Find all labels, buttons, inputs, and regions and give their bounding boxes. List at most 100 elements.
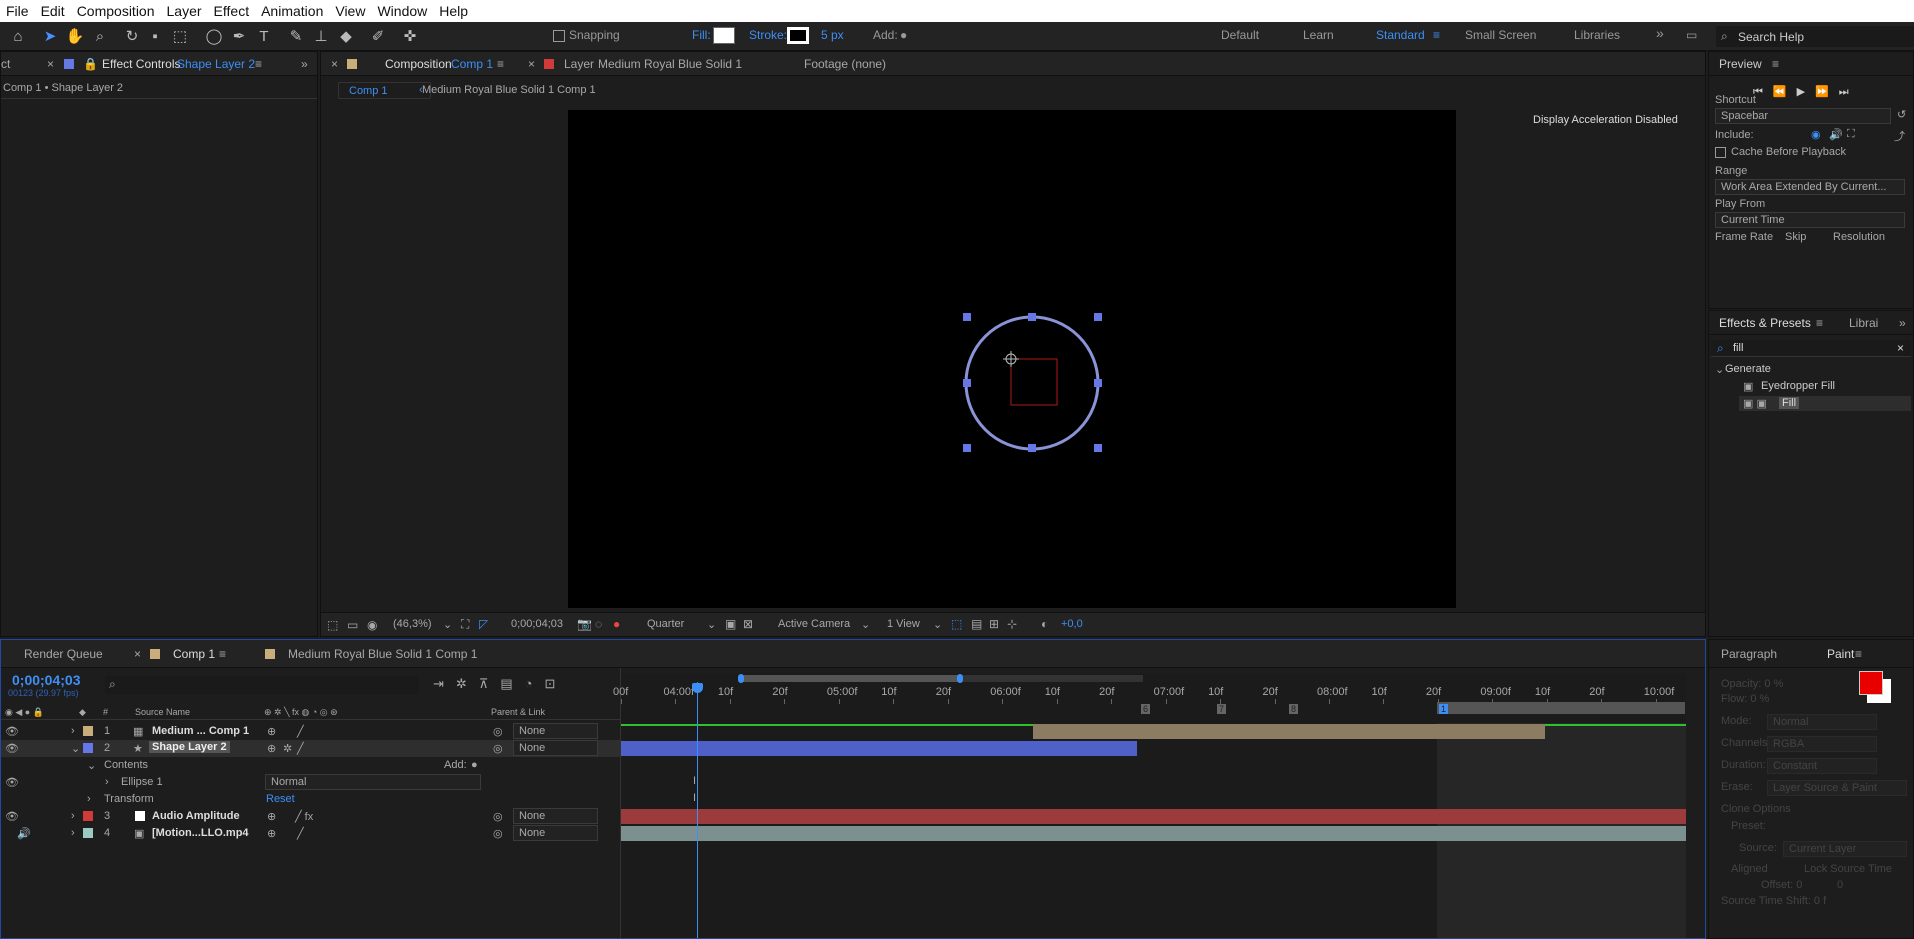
paint-tab[interactable]: Paint [1827, 647, 1854, 661]
snapping-checkbox[interactable] [553, 30, 565, 42]
next-frame-icon[interactable]: ⏩ [1815, 86, 1839, 98]
include-video-icon[interactable]: ◉ [1811, 128, 1821, 141]
roto-brush-tool-icon[interactable]: ✐ [368, 27, 388, 47]
chevron-down-icon[interactable]: ⌄ [87, 759, 96, 772]
transform-reset-link[interactable]: Reset [266, 793, 295, 805]
layer-name[interactable]: [Motion...LLO.mp4 [152, 827, 249, 839]
ellipse-tool-icon[interactable]: ◯ [204, 27, 224, 47]
layer-label-color[interactable] [83, 743, 93, 753]
clone-stamp-tool-icon[interactable]: ⊥ [311, 27, 331, 47]
work-area-bar[interactable] [741, 675, 961, 682]
panel-menu-icon[interactable]: ≡ [1855, 647, 1862, 661]
layer-3-bar[interactable] [621, 809, 1686, 824]
footage-tab[interactable]: Footage (none) [804, 57, 886, 71]
parent-link-header[interactable]: Parent & Link [491, 707, 545, 717]
selection-handles[interactable] [963, 313, 1102, 452]
workspace-standard[interactable]: Standard [1376, 28, 1425, 42]
workspace-icon[interactable]: ▭ [1686, 28, 1697, 42]
marker-6[interactable]: 6 [1141, 704, 1151, 714]
workspace-small-screen[interactable]: Small Screen [1465, 28, 1536, 42]
panel-menu-icon[interactable]: ≡ [219, 647, 226, 661]
eraser-tool-icon[interactable]: ◆ [336, 27, 356, 47]
fill-label[interactable]: Fill: [692, 28, 711, 42]
reset-exposure-icon[interactable]: ◐ [1041, 617, 1048, 631]
play-icon[interactable]: ▶ [1797, 86, 1815, 98]
show-snapshot-icon[interactable]: ◌ [595, 617, 602, 631]
chevron-right-icon[interactable]: › [71, 725, 75, 737]
layer-row-4[interactable]: 🔊 › 4 ▣ [Motion...LLO.mp4 ⊕ ╱ ◎ None [1, 825, 621, 842]
eye-icon[interactable]: 👁 [5, 742, 19, 755]
monitor-icon[interactable]: ▭ [347, 618, 358, 632]
transparency-grid-icon[interactable]: ◸ [479, 617, 488, 631]
effect-item-eyedropper-fill[interactable]: Eyedropper Fill [1761, 380, 1835, 392]
draft-3d-icon[interactable]: ▤ [971, 617, 982, 631]
source-name-header[interactable]: Source Name [135, 707, 190, 717]
panel-menu-icon[interactable]: ≡ [1816, 316, 1823, 330]
current-time-indicator[interactable] [697, 682, 698, 938]
chevron-down-icon[interactable]: ⌄ [1715, 363, 1724, 376]
lock-icon[interactable]: 🔒 [83, 57, 98, 71]
paragraph-tab[interactable]: Paragraph [1721, 647, 1777, 661]
marker-7[interactable]: 7 [1217, 704, 1227, 714]
project-tab-clipped[interactable]: ct [1, 57, 10, 71]
workspace-learn[interactable]: Learn [1303, 28, 1334, 42]
workspace-menu-icon[interactable]: ≡ [1433, 28, 1440, 42]
clear-search-icon[interactable]: × [1897, 341, 1904, 355]
draft-3d-icon[interactable]: ✲ [456, 676, 479, 691]
add-menu-icon[interactable]: ● [900, 28, 907, 42]
close-icon[interactable]: × [331, 57, 338, 71]
chevron-right-icon[interactable]: » [301, 57, 308, 71]
puppet-tool-icon[interactable]: ✜ [400, 27, 420, 47]
include-overlays-icon[interactable]: ⛶ [1847, 128, 1855, 141]
menu-composition[interactable]: Composition [71, 3, 161, 19]
reset-icon[interactable]: ↺ [1897, 108, 1906, 121]
exposure-value[interactable]: +0,0 [1061, 618, 1083, 630]
comp-mini-flowchart-icon[interactable]: ⇥ [433, 676, 456, 691]
snapshot-icon[interactable]: 📷 [577, 617, 592, 631]
layer-row-1[interactable]: 👁 › 1 ▦ Medium ... Comp 1 ⊕ ╱ ◎ None [1, 723, 621, 740]
add-shape-menu-icon[interactable]: ● [471, 759, 478, 771]
quality-switch-icon[interactable]: ╱ [297, 725, 304, 738]
mask-visibility-icon[interactable]: ◉ [367, 618, 377, 632]
menu-animation[interactable]: Animation [255, 3, 329, 19]
hand-tool-icon[interactable]: ✋ [65, 27, 85, 47]
menu-help[interactable]: Help [433, 3, 474, 19]
stroke-label[interactable]: Stroke: [749, 28, 787, 42]
contents-row[interactable]: ⌄ Contents Add: ● [1, 757, 621, 774]
resolution-dropdown[interactable]: Quarter [647, 618, 684, 630]
eye-icon[interactable]: 👁 [5, 810, 19, 823]
first-frame-icon[interactable]: ⏮ [1753, 86, 1773, 98]
close-icon[interactable]: × [528, 57, 535, 71]
chevron-right-icon[interactable]: › [71, 810, 75, 822]
zoom-dropdown[interactable]: (46,3%) [393, 618, 432, 630]
fill-swatch[interactable] [713, 27, 735, 44]
rotate-tool-icon[interactable]: ↻ [122, 27, 142, 47]
layer-1-bar[interactable] [1033, 724, 1545, 739]
layer-label-color[interactable] [83, 811, 93, 821]
pick-whip-icon[interactable]: ◎ [493, 827, 503, 840]
effect-item-fill[interactable]: Fill [1779, 397, 1800, 409]
shy-layers-icon[interactable]: ⊼ [479, 676, 501, 691]
chevron-down-icon[interactable]: ⌄ [861, 618, 870, 631]
export-icon[interactable]: ⤴ [1894, 128, 1905, 144]
layer-name[interactable]: Shape Layer 2 [149, 741, 230, 753]
timeline-comp-tab[interactable]: Comp 1 [173, 647, 215, 661]
workspace-default[interactable]: Default [1221, 28, 1259, 42]
effects-search-input[interactable]: fill [1733, 342, 1743, 354]
anchor-point-icon[interactable] [1003, 351, 1019, 367]
quality-switch-icon[interactable]: ╱ [297, 827, 304, 840]
home-icon[interactable]: ⌂ [8, 27, 28, 47]
camera-dropdown[interactable]: Active Camera [778, 618, 850, 630]
menu-layer[interactable]: Layer [161, 3, 208, 19]
parent-dropdown[interactable]: None [513, 808, 598, 824]
comp-flowchart-icon[interactable]: ⊹ [1007, 617, 1017, 631]
pan-behind-tool-icon[interactable]: ⬚ [170, 27, 190, 47]
menu-edit[interactable]: Edit [35, 3, 71, 19]
toggle-pixel-aspect-icon[interactable]: ⬚ [951, 617, 962, 631]
chevron-right-icon[interactable]: » [1656, 25, 1664, 41]
range-dropdown[interactable]: Work Area Extended By Current... [1715, 179, 1905, 195]
collapse-switch-icon[interactable]: ⊕ [267, 725, 276, 738]
motion-blur-icon[interactable]: ◔ [525, 676, 545, 691]
libraries-tab[interactable]: Librai [1849, 316, 1878, 330]
include-audio-icon[interactable]: 🔊 [1829, 128, 1843, 141]
